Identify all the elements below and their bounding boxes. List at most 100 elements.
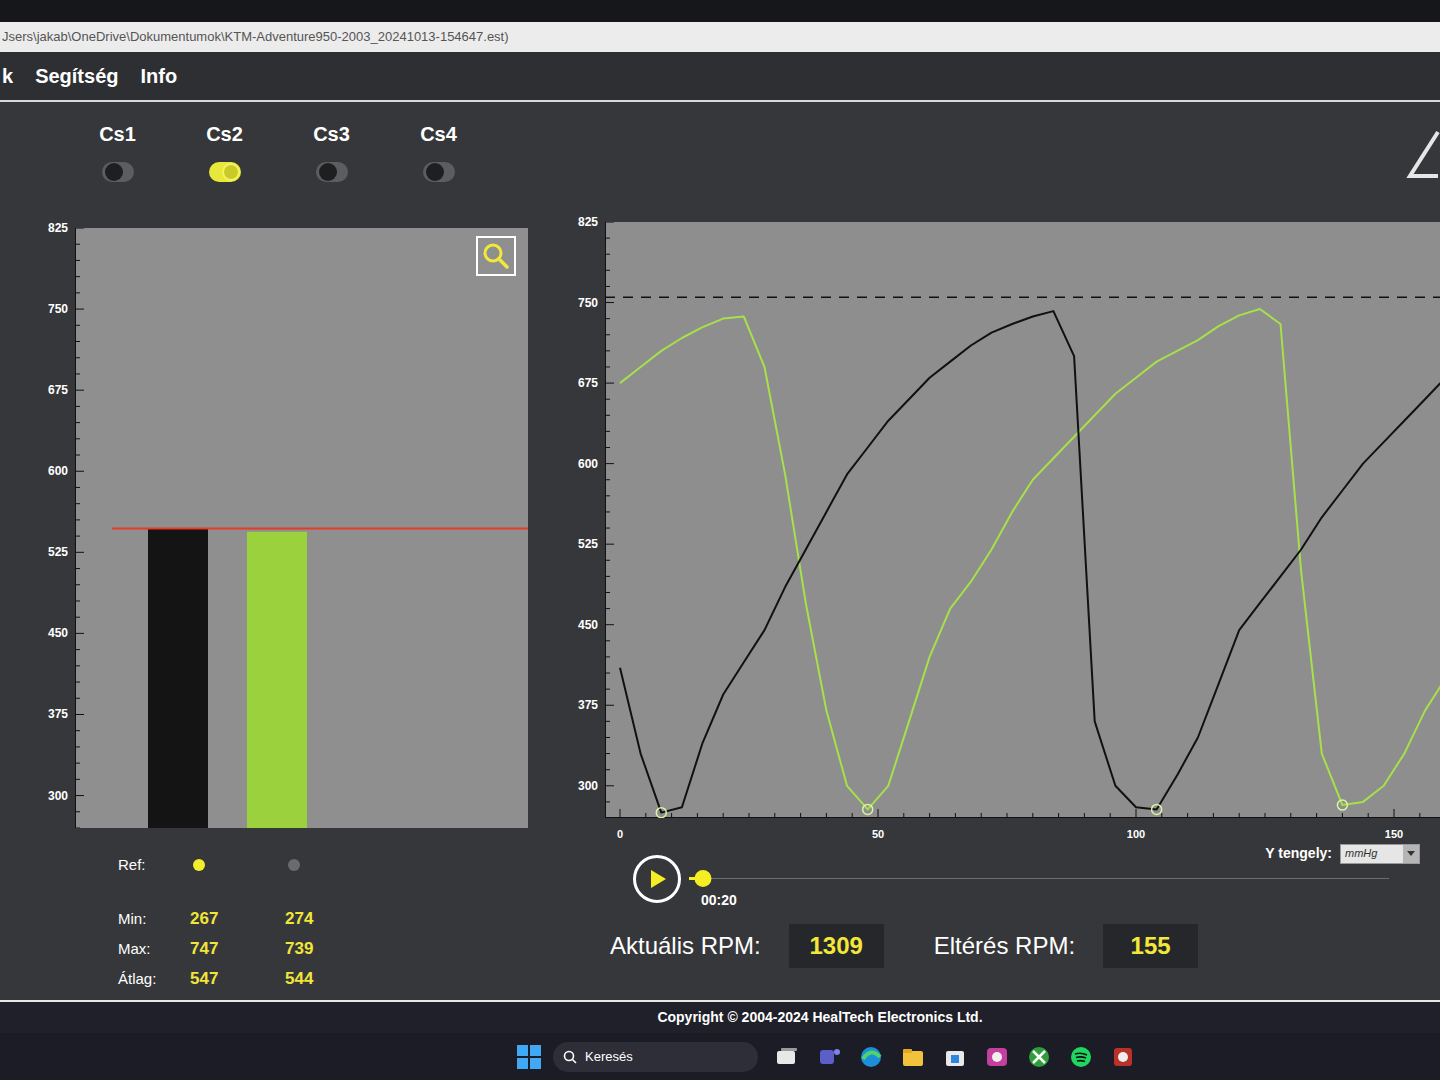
- windows-logo-tile: [517, 1045, 528, 1056]
- stat-value: 739: [285, 936, 365, 962]
- channel-toggle[interactable]: [423, 162, 455, 182]
- ref-label: Ref:: [118, 854, 190, 877]
- taskbar-apps: [772, 1042, 1138, 1072]
- wave-plot: [605, 222, 1440, 818]
- channel-toggle[interactable]: [316, 162, 348, 182]
- y-tick-label: 375: [48, 706, 68, 722]
- y-tick-label: 375: [578, 697, 598, 713]
- channel-label: Cs4: [420, 122, 457, 146]
- pressure-series-line: [620, 311, 1440, 812]
- reference-line: [112, 528, 528, 530]
- playback-time: 00:20: [701, 891, 737, 909]
- x-tick-label: 50: [872, 827, 884, 841]
- stat-label: Min:: [118, 908, 190, 931]
- y-tick-label: 450: [48, 625, 68, 641]
- stat-label: Átlag:: [118, 968, 190, 991]
- y-tick-label: 300: [578, 778, 598, 794]
- ref-radio[interactable]: [288, 859, 300, 871]
- stat-value: 267: [190, 906, 285, 932]
- y-tick-label: 825: [48, 220, 68, 236]
- stat-label: Max:: [118, 938, 190, 961]
- camera-app-icon[interactable]: [982, 1042, 1012, 1072]
- deviation-rpm-label: Eltérés RPM:: [934, 928, 1075, 964]
- level-bar: [247, 532, 307, 828]
- copyright: Copyright © 2004-2024 HealTech Electroni…: [657, 1007, 982, 1028]
- stat-value: 547: [190, 966, 285, 992]
- taskbar: Keresés: [0, 1033, 1440, 1080]
- channel-item: Cs3: [278, 122, 385, 182]
- left-panel: Cs1Cs2Cs3Cs4825750675600525450375300Ref:…: [0, 102, 560, 1000]
- play-icon: [646, 868, 668, 890]
- x-tick-label: 0: [617, 827, 623, 841]
- y-tick-label: 600: [578, 456, 598, 472]
- current-rpm-label: Aktuális RPM:: [610, 928, 761, 964]
- channel-toggle[interactable]: [102, 162, 134, 182]
- taskbar-search[interactable]: Keresés: [553, 1042, 758, 1072]
- brand-logo-icon: [1404, 128, 1440, 192]
- minimum-marker: [1152, 804, 1162, 814]
- teams-icon[interactable]: [814, 1042, 844, 1072]
- main-area: Cs1Cs2Cs3Cs4825750675600525450375300Ref:…: [0, 102, 1440, 1000]
- windows-start-icon[interactable]: [517, 1045, 541, 1069]
- deviation-rpm-value: 155: [1103, 924, 1198, 968]
- healtech-app-icon[interactable]: [1108, 1042, 1138, 1072]
- x-tick-label: 150: [1385, 827, 1403, 841]
- y-tick-label: 750: [578, 295, 598, 311]
- search-icon: [563, 1050, 577, 1064]
- y-tick-label: 300: [48, 788, 68, 804]
- zoom-icon[interactable]: [476, 236, 516, 276]
- minimum-marker: [1337, 800, 1347, 810]
- xbox-icon[interactable]: [1024, 1042, 1054, 1072]
- spotify-icon[interactable]: [1066, 1042, 1096, 1072]
- menu-item[interactable]: Segítség: [35, 61, 118, 91]
- stat-value: 274: [285, 906, 365, 932]
- channel-toggles: Cs1Cs2Cs3Cs4: [0, 122, 560, 182]
- toggle-knob: [105, 163, 123, 181]
- slider-knob[interactable]: [695, 870, 712, 887]
- title-bar: Jsers\jakab\OneDrive\Dokumentumok\KTM-Ad…: [0, 22, 1440, 52]
- threshold-line: [605, 296, 1440, 298]
- channel-label: Cs1: [99, 122, 136, 146]
- bar-plot-canvas: [75, 228, 528, 828]
- unit-value: mmHg: [1341, 845, 1403, 862]
- y-axis-label: Y tengely:: [1265, 843, 1332, 864]
- task-view-icon[interactable]: [772, 1042, 802, 1072]
- windows-logo-tile: [530, 1058, 541, 1069]
- level-bar-chart: 825750675600525450375300: [0, 220, 540, 840]
- toggle-knob: [222, 163, 240, 181]
- bar-fill: [247, 532, 307, 828]
- edge-icon[interactable]: [856, 1042, 886, 1072]
- window-title: Jsers\jakab\OneDrive\Dokumentumok\KTM-Ad…: [2, 27, 509, 47]
- y-tick-label: 450: [578, 617, 598, 633]
- search-label: Keresés: [585, 1047, 633, 1067]
- store-icon[interactable]: [940, 1042, 970, 1072]
- reference-row: Ref:: [0, 854, 560, 876]
- y-tick-label: 675: [578, 375, 598, 391]
- series-color-group: [656, 804, 1161, 817]
- monitor-bezel: [0, 0, 1440, 22]
- bar-plot: [75, 228, 528, 828]
- wave-plot-canvas: [605, 222, 1440, 818]
- playback-slider[interactable]: 00:20: [689, 855, 1389, 917]
- bar-fill: [148, 529, 208, 828]
- channel-toggle[interactable]: [209, 162, 241, 182]
- stat-value: 544: [285, 966, 365, 992]
- y-tick-label: 525: [578, 536, 598, 552]
- ref-radio[interactable]: [193, 859, 205, 871]
- menu-item[interactable]: Info: [140, 61, 177, 91]
- pressure-wave-chart: 825750675600525450375300050100150: [560, 215, 1440, 855]
- unit-dropdown[interactable]: mmHg: [1340, 844, 1420, 864]
- dropdown-arrow-icon: [1403, 845, 1419, 863]
- folder-icon[interactable]: [898, 1042, 928, 1072]
- toggle-knob: [319, 163, 337, 181]
- series-color-group: [863, 800, 1348, 814]
- stats-table: Min:267274 Max:747739 Átlag:547544: [0, 904, 560, 994]
- y-tick-label: 750: [48, 301, 68, 317]
- stat-value: 747: [190, 936, 285, 962]
- play-button[interactable]: [633, 855, 681, 903]
- menu-item[interactable]: k: [2, 61, 13, 91]
- windows-logo-tile: [517, 1058, 528, 1069]
- pressure-series-line: [620, 309, 1440, 809]
- windows-logo-tile: [530, 1045, 541, 1056]
- y-tick-label: 675: [48, 382, 68, 398]
